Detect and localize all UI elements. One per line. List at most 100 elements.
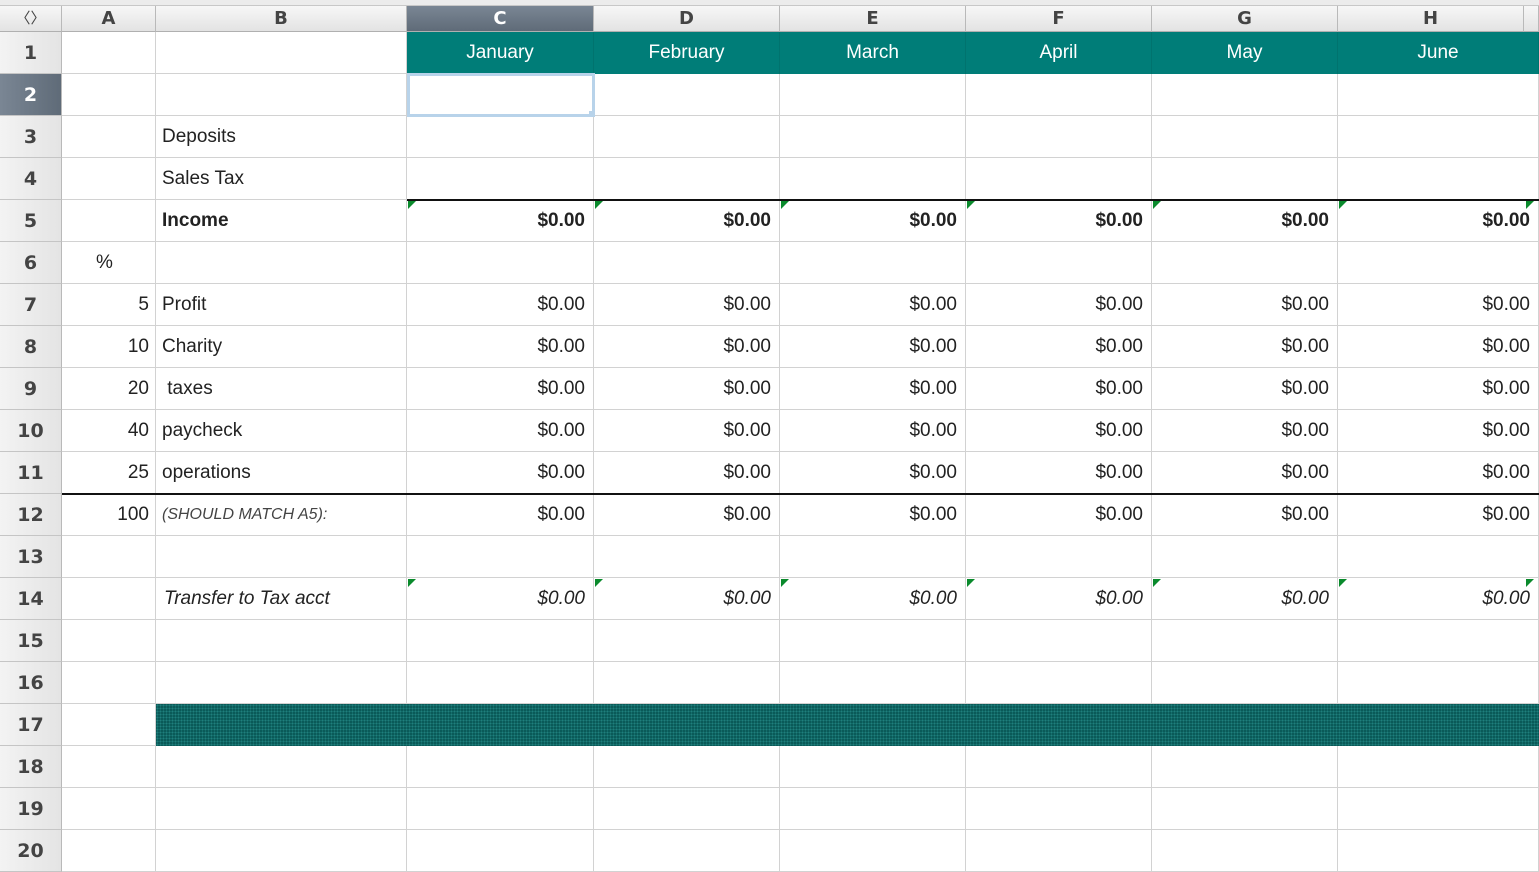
cell-b3[interactable]: Deposits	[156, 116, 407, 158]
cell-f10[interactable]: $0.00	[966, 410, 1152, 452]
cell-e6[interactable]	[780, 242, 966, 284]
cell-h4[interactable]	[1338, 158, 1539, 200]
cell-e14[interactable]: $0.00	[780, 578, 966, 620]
cell-h14[interactable]: $0.00	[1338, 578, 1539, 620]
cell-b19[interactable]	[156, 788, 407, 830]
cell-e20[interactable]	[780, 830, 966, 872]
cell-h20[interactable]	[1338, 830, 1539, 872]
cell-h12[interactable]: $0.00	[1338, 494, 1539, 536]
cell-c18[interactable]	[407, 746, 594, 788]
cell-a20[interactable]	[62, 830, 156, 872]
cell-g8[interactable]: $0.00	[1152, 326, 1338, 368]
cell-b10[interactable]: paycheck	[156, 410, 407, 452]
cell-e4[interactable]	[780, 158, 966, 200]
cell-c8[interactable]: $0.00	[407, 326, 594, 368]
cell-g4[interactable]	[1152, 158, 1338, 200]
cell-c11[interactable]: $0.00	[407, 452, 594, 494]
column-header-e[interactable]: E	[780, 6, 966, 32]
cell-a14[interactable]	[62, 578, 156, 620]
cell-b12[interactable]: (SHOULD MATCH A5):	[156, 494, 407, 536]
cell-f18[interactable]	[966, 746, 1152, 788]
cell-a1[interactable]	[62, 32, 156, 74]
cell-f16[interactable]	[966, 662, 1152, 704]
cell-c10[interactable]: $0.00	[407, 410, 594, 452]
cell-g20[interactable]	[1152, 830, 1338, 872]
cell-b5[interactable]: Income	[156, 200, 407, 242]
cell-h8[interactable]: $0.00	[1338, 326, 1539, 368]
cell-f9[interactable]: $0.00	[966, 368, 1152, 410]
row-header-20[interactable]: 20	[0, 830, 62, 872]
cell-b11[interactable]: operations	[156, 452, 407, 494]
cell-c7[interactable]: $0.00	[407, 284, 594, 326]
select-all-corner[interactable]: 〈〉	[0, 6, 62, 32]
cell-c19[interactable]	[407, 788, 594, 830]
month-header-e1[interactable]: March	[780, 32, 966, 74]
cell-a18[interactable]	[62, 746, 156, 788]
cell-g9[interactable]: $0.00	[1152, 368, 1338, 410]
cell-b4[interactable]: Sales Tax	[156, 158, 407, 200]
cell-g6[interactable]	[1152, 242, 1338, 284]
row-header-9[interactable]: 9	[0, 368, 62, 410]
cell-h16[interactable]	[1338, 662, 1539, 704]
cell-c5[interactable]: $0.00	[407, 200, 594, 242]
cell-a12[interactable]: 100	[62, 494, 156, 536]
cell-d2[interactable]	[594, 74, 780, 116]
cell-d19[interactable]	[594, 788, 780, 830]
cell-b13[interactable]	[156, 536, 407, 578]
cell-g13[interactable]	[1152, 536, 1338, 578]
cell-h7[interactable]: $0.00	[1338, 284, 1539, 326]
month-header-g1[interactable]: May	[1152, 32, 1338, 74]
cell-e19[interactable]	[780, 788, 966, 830]
selected-cell-c2[interactable]	[407, 73, 595, 117]
cell-d20[interactable]	[594, 830, 780, 872]
column-header-g[interactable]: G	[1152, 6, 1338, 32]
cell-g12[interactable]: $0.00	[1152, 494, 1338, 536]
column-header-a[interactable]: A	[62, 6, 156, 32]
row-header-12[interactable]: 12	[0, 494, 62, 536]
cell-d10[interactable]: $0.00	[594, 410, 780, 452]
cell-c15[interactable]	[407, 620, 594, 662]
cell-b8[interactable]: Charity	[156, 326, 407, 368]
cell-h2[interactable]	[1338, 74, 1539, 116]
cell-f5[interactable]: $0.00	[966, 200, 1152, 242]
row-header-10[interactable]: 10	[0, 410, 62, 452]
cell-d13[interactable]	[594, 536, 780, 578]
cell-b6[interactable]	[156, 242, 407, 284]
fill-handle[interactable]	[589, 111, 595, 117]
cell-a15[interactable]	[62, 620, 156, 662]
cell-d9[interactable]: $0.00	[594, 368, 780, 410]
column-header-c[interactable]: C	[407, 6, 594, 32]
cell-c14[interactable]: $0.00	[407, 578, 594, 620]
cell-a16[interactable]	[62, 662, 156, 704]
cell-f6[interactable]	[966, 242, 1152, 284]
cell-e3[interactable]	[780, 116, 966, 158]
cell-h11[interactable]: $0.00	[1338, 452, 1539, 494]
cell-b7[interactable]: Profit	[156, 284, 407, 326]
cell-h5[interactable]: $0.00	[1338, 200, 1539, 242]
cell-c12[interactable]: $0.00	[407, 494, 594, 536]
column-header-h[interactable]: H	[1338, 6, 1524, 32]
cell-f8[interactable]: $0.00	[966, 326, 1152, 368]
cell-e18[interactable]	[780, 746, 966, 788]
row-header-2[interactable]: 2	[0, 74, 62, 116]
row-header-16[interactable]: 16	[0, 662, 62, 704]
row-header-4[interactable]: 4	[0, 158, 62, 200]
cell-h3[interactable]	[1338, 116, 1539, 158]
cell-b18[interactable]	[156, 746, 407, 788]
cell-g5[interactable]: $0.00	[1152, 200, 1338, 242]
row-header-14[interactable]: 14	[0, 578, 62, 620]
cell-f11[interactable]: $0.00	[966, 452, 1152, 494]
cell-e15[interactable]	[780, 620, 966, 662]
cell-d11[interactable]: $0.00	[594, 452, 780, 494]
cell-b2[interactable]	[156, 74, 407, 116]
cell-f3[interactable]	[966, 116, 1152, 158]
cell-d4[interactable]	[594, 158, 780, 200]
row-header-19[interactable]: 19	[0, 788, 62, 830]
cell-b14[interactable]: Transfer to Tax acct	[156, 578, 407, 620]
cell-f7[interactable]: $0.00	[966, 284, 1152, 326]
month-header-f1[interactable]: April	[966, 32, 1152, 74]
cell-f2[interactable]	[966, 74, 1152, 116]
cell-b15[interactable]	[156, 620, 407, 662]
cell-d15[interactable]	[594, 620, 780, 662]
cell-c4[interactable]	[407, 158, 594, 200]
